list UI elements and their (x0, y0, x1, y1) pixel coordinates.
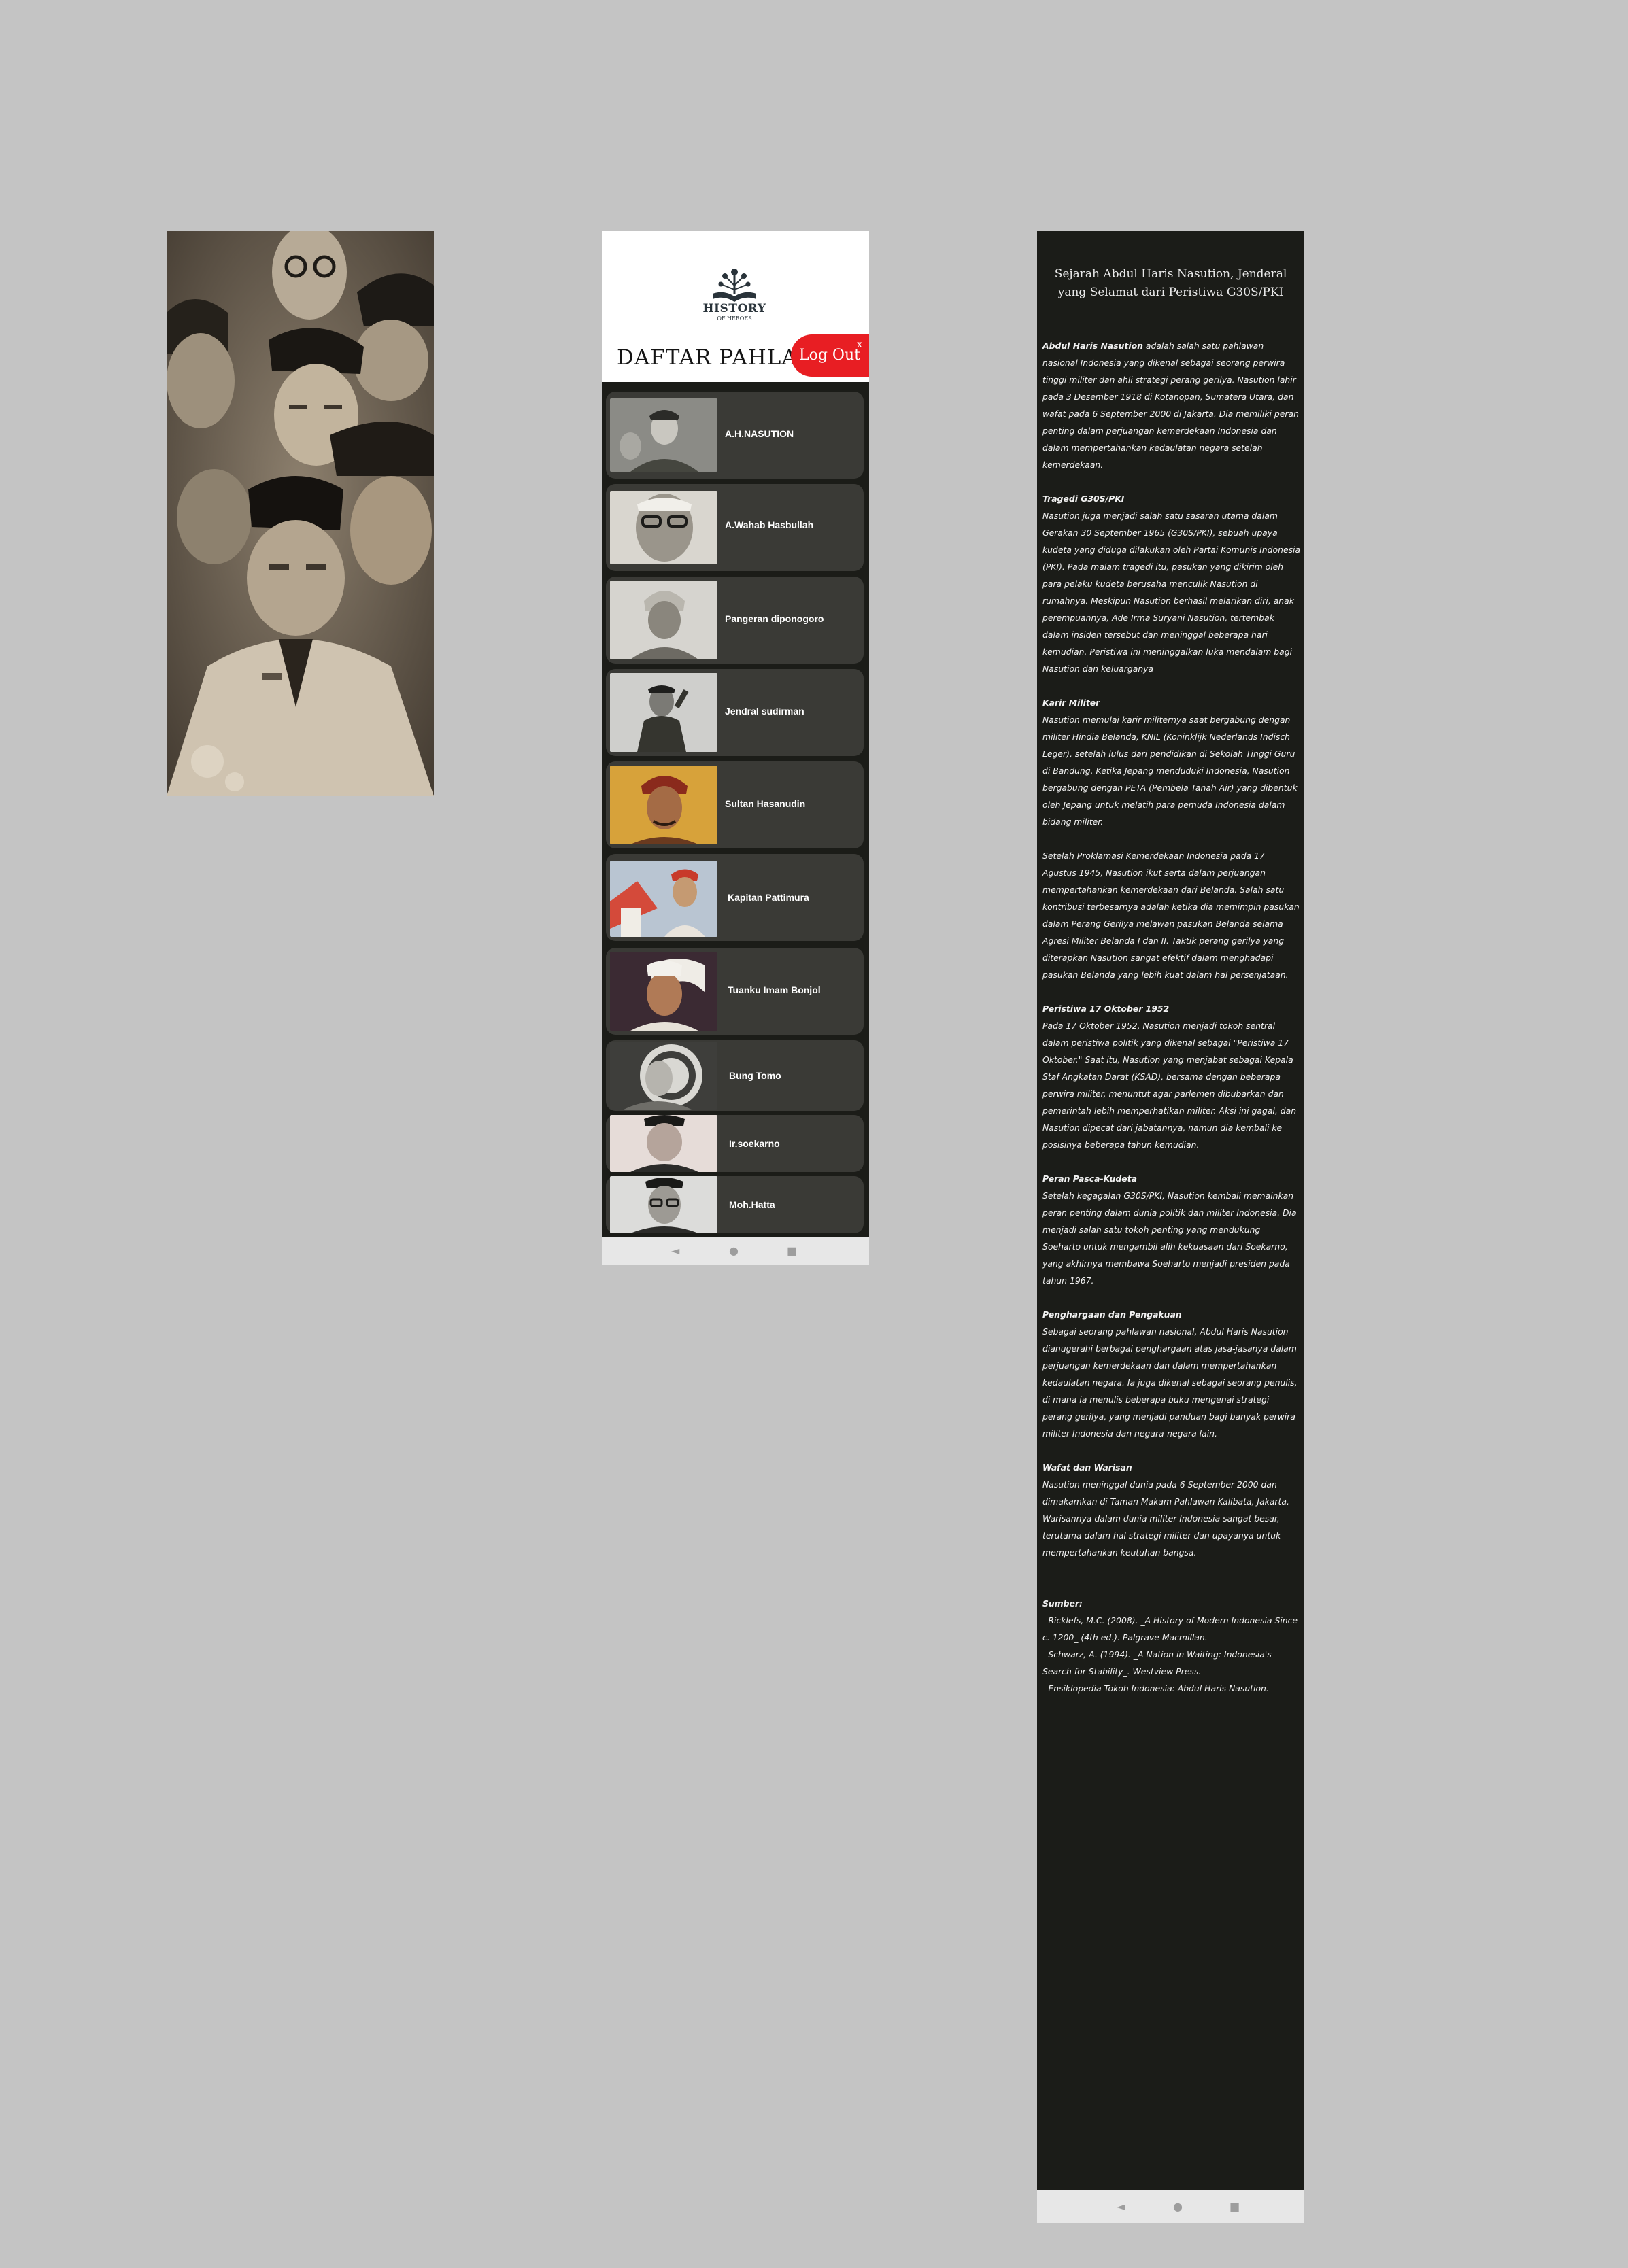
section-peristiwa: Peristiwa 17 Oktober 1952 Pada 17 Oktober… (1042, 1000, 1301, 1153)
section-heading: Karir Militer (1042, 698, 1100, 708)
hero-name: Bung Tomo (729, 1070, 781, 1081)
section-text: Sebagai seorang pahlawan nasional, Abdul… (1042, 1326, 1298, 1439)
android-navigation-bar: ◄ ● ■ (1037, 2190, 1304, 2223)
article-title: Sejarah Abdul Haris Nasution, Jenderal y… (1054, 267, 1287, 299)
intro-text: adalah salah satu pahlawan nasional Indo… (1042, 341, 1299, 470)
section-text: Setelah Proklamasi Kemerdekaan Indonesia… (1042, 850, 1300, 980)
hero-list-item[interactable]: Moh.Hatta (606, 1176, 864, 1233)
hero-list-item[interactable]: Jendral sudirman (606, 669, 864, 756)
hero-list-item[interactable]: A.Wahab Hasbullah (606, 484, 864, 571)
hero-list-item[interactable]: Sultan Hasanudin (606, 761, 864, 848)
hero-photo (610, 398, 717, 472)
section-text: Pada 17 Oktober 1952, Nasution menjadi t… (1042, 1020, 1297, 1150)
hero-portrait-image (610, 1115, 717, 1172)
android-navigation-bar: ◄ ● ■ (602, 1237, 869, 1265)
history-of-heroes-logo: HISTORY OF HEROES (700, 267, 768, 334)
hero-portrait-image (610, 581, 717, 659)
hero-name: Sultan Hasanudin (725, 798, 806, 809)
hero-photo (610, 861, 717, 937)
hero-name: Jendral sudirman (725, 706, 804, 717)
sources-heading: Sumber: (1042, 1598, 1083, 1609)
hero-name: Ir.soekarno (729, 1138, 780, 1149)
hero-list-item[interactable]: Bung Tomo (606, 1040, 864, 1111)
hero-name: A.Wahab Hasbullah (725, 519, 814, 530)
hero-name: Kapitan Pattimura (728, 892, 809, 903)
hero-photo (610, 581, 717, 659)
source-item: - Ensiklopedia Tokoh Indonesia: Abdul Ha… (1042, 1683, 1269, 1694)
section-kemerdekaan: Setelah Proklamasi Kemerdekaan Indonesia… (1042, 847, 1301, 983)
hero-portrait-image (610, 398, 717, 472)
section-heading: Peristiwa 17 Oktober 1952 (1042, 1003, 1170, 1014)
article-body[interactable]: Abdul Haris Nasution adalah salah satu p… (1042, 337, 1301, 1714)
logout-button[interactable]: Log Out x (791, 334, 869, 377)
hero-photo (610, 1042, 717, 1110)
hero-name: Tuanku Imam Bonjol (728, 984, 821, 995)
hero-photo (610, 491, 717, 564)
hero-list-item[interactable]: Kapitan Pattimura (606, 854, 864, 941)
section-text: Nasution meninggal dunia pada 6 Septembe… (1042, 1479, 1289, 1558)
home-icon[interactable]: ● (1173, 2200, 1183, 2214)
hero-photo (610, 766, 717, 844)
section-heading: Tragedi G30S/PKI (1042, 494, 1125, 504)
hero-portrait-image (610, 491, 717, 564)
recents-icon[interactable]: ■ (1230, 2200, 1240, 2214)
hero-portrait-image (610, 1042, 717, 1110)
section-penghargaan: Penghargaan dan Pengakuan Sebagai seorang… (1042, 1306, 1301, 1442)
back-icon[interactable]: ◄ (671, 1244, 679, 1258)
list-header: HISTORY OF HEROES DAFTAR PAHLAWAN Log Ou… (602, 231, 869, 382)
hero-photo (610, 1176, 717, 1233)
sources-section: Sumber: - Ricklefs, M.C. (2008). _A Hist… (1042, 1595, 1301, 1697)
recents-icon[interactable]: ■ (787, 1244, 797, 1258)
source-item: - Schwarz, A. (1994). _A Nation in Waiti… (1042, 1649, 1272, 1677)
hero-photo (610, 673, 717, 752)
hero-name: Pangeran diponogoro (725, 613, 824, 624)
hero-name: A.H.NASUTION (725, 428, 794, 439)
source-item: - Ricklefs, M.C. (2008). _A History of M… (1042, 1615, 1298, 1643)
section-text: Nasution juga menjadi salah satu sasaran… (1042, 511, 1301, 674)
splash-screen (167, 231, 434, 796)
hero-list-item[interactable]: Ir.soekarno (606, 1115, 864, 1172)
hero-photo (610, 952, 717, 1031)
home-icon[interactable]: ● (729, 1244, 739, 1258)
hero-name: Moh.Hatta (729, 1199, 775, 1210)
book-tree-icon (713, 269, 756, 302)
hero-portrait-image (610, 673, 717, 752)
hero-portrait-image (610, 1176, 717, 1233)
section-text: Setelah kegagalan G30S/PKI, Nasution kem… (1042, 1190, 1297, 1286)
section-heading: Peran Pasca-Kudeta (1042, 1173, 1137, 1184)
hero-portrait-image (610, 952, 717, 1031)
section-tragedi: Tragedi G30S/PKI Nasution juga menjadi sa… (1042, 490, 1301, 677)
hero-portrait-image (610, 766, 717, 844)
hero-list-item[interactable]: Tuanku Imam Bonjol (606, 948, 864, 1035)
hero-full-name: Abdul Haris Nasution (1042, 341, 1143, 351)
section-wafat: Wafat dan Warisan Nasution meninggal duni… (1042, 1459, 1301, 1561)
close-icon[interactable]: x (849, 340, 862, 349)
logo-title: HISTORY (702, 302, 766, 315)
hero-photo (610, 1115, 717, 1172)
hero-detail-screen: Sejarah Abdul Haris Nasution, Jenderal y… (1037, 231, 1304, 2223)
section-pasca-kudeta: Peran Pasca-Kudeta Setelah kegagalan G30S… (1042, 1170, 1301, 1289)
section-text: Nasution memulai karir militernya saat b… (1042, 715, 1298, 827)
heroes-collage-image (167, 231, 434, 796)
hero-portrait-image (610, 861, 717, 937)
hero-list-item[interactable]: Pangeran diponogoro (606, 577, 864, 664)
section-karir: Karir Militer Nasution memulai karir mili… (1042, 694, 1301, 830)
intro-paragraph: Abdul Haris Nasution adalah salah satu p… (1042, 337, 1301, 473)
section-heading: Penghargaan dan Pengakuan (1042, 1309, 1182, 1320)
back-icon[interactable]: ◄ (1117, 2200, 1125, 2214)
hero-list-screen: HISTORY OF HEROES DAFTAR PAHLAWAN Log Ou… (602, 231, 869, 1265)
logo-subtitle: OF HEROES (717, 315, 752, 322)
section-heading: Wafat dan Warisan (1042, 1462, 1132, 1473)
hero-list-item[interactable]: A.H.NASUTION (606, 392, 864, 479)
